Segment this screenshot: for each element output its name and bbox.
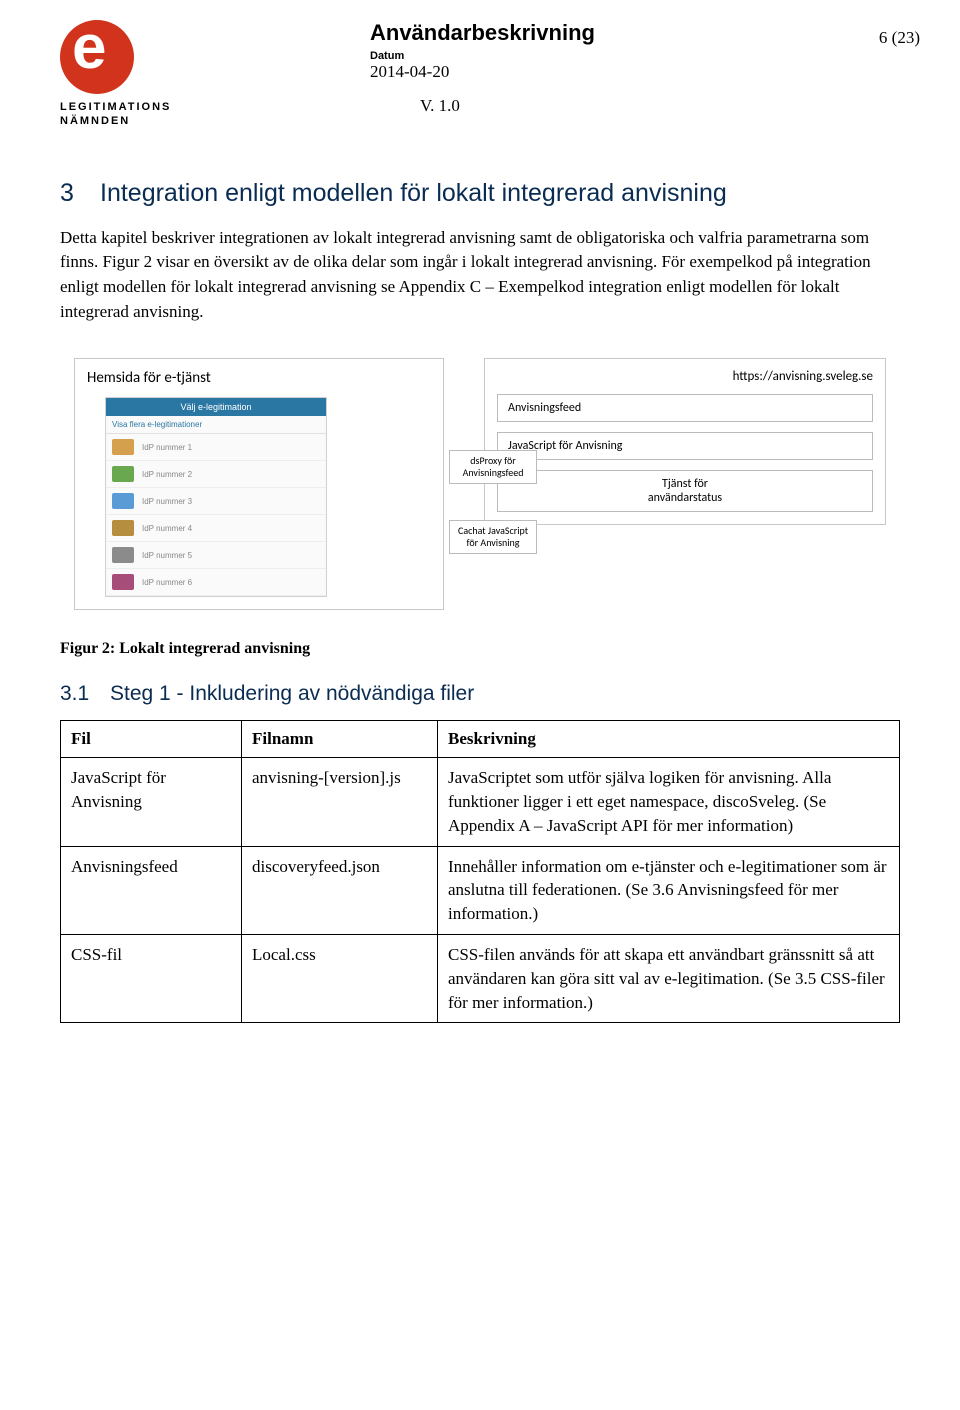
idp-row: IdP nummer 3 bbox=[106, 488, 326, 515]
cell-filnamn: Local.css bbox=[242, 934, 438, 1022]
th-fil: Fil bbox=[61, 721, 242, 758]
idp-row: IdP nummer 4 bbox=[106, 515, 326, 542]
section-3-1-title: Steg 1 - Inkludering av nödvändiga filer bbox=[110, 682, 474, 705]
cell-filnamn: anvisning-[version].js bbox=[242, 758, 438, 846]
dsproxy-node: dsProxy för Anvisningsfeed bbox=[449, 450, 537, 484]
datum-label: Datum bbox=[370, 50, 900, 62]
table-row: JavaScript för Anvisning anvisning-[vers… bbox=[61, 758, 900, 846]
javascript-anvisning-box: JavaScript för Anvisning bbox=[497, 432, 873, 460]
idp-row: IdP nummer 1 bbox=[106, 434, 326, 461]
cell-beskrivning: JavaScriptet som utför själva logiken fö… bbox=[438, 758, 900, 846]
section-3-heading: 3Integration enligt modellen för lokalt … bbox=[60, 179, 900, 208]
elegitimation-widget: Välj e-legitimation Visa flera e-legitim… bbox=[105, 397, 327, 597]
widget-subheader: Visa flera e-legitimationer bbox=[106, 416, 326, 434]
idp-row: IdP nummer 6 bbox=[106, 569, 326, 596]
th-beskrivning: Beskrivning bbox=[438, 721, 900, 758]
server-box: https://anvisning.sveleg.se Anvisningsfe… bbox=[484, 358, 886, 525]
userstatus-service-box: Tjänst för användarstatus bbox=[497, 470, 873, 512]
page-number: 6 (23) bbox=[879, 28, 920, 48]
section-3-number: 3 bbox=[60, 179, 100, 208]
logo-block: e LEGITIMATIONS NÄMNDEN bbox=[60, 20, 200, 129]
logo-text-line2: NÄMNDEN bbox=[60, 114, 200, 128]
cell-fil: CSS-fil bbox=[61, 934, 242, 1022]
required-files-table: Fil Filnamn Beskrivning JavaScript för A… bbox=[60, 720, 900, 1023]
logo-text-line1: LEGITIMATIONS bbox=[60, 100, 200, 114]
section-3-1-heading: 3.1Steg 1 - Inkludering av nödvändiga fi… bbox=[60, 682, 900, 706]
server-url: https://anvisning.sveleg.se bbox=[497, 369, 873, 384]
anvisningsfeed-box: Anvisningsfeed bbox=[497, 394, 873, 422]
idp-row: IdP nummer 2 bbox=[106, 461, 326, 488]
diagram-left-panel: Hemsida för e-tjänst Välj e-legitimation… bbox=[74, 358, 444, 610]
figure-2-diagram: Hemsida för e-tjänst Välj e-legitimation… bbox=[60, 344, 900, 630]
th-filnamn: Filnamn bbox=[242, 721, 438, 758]
cached-js-node: Cachat JavaScript för Anvisning bbox=[449, 520, 537, 554]
cell-fil: Anvisningsfeed bbox=[61, 846, 242, 934]
table-row: CSS-fil Local.css CSS-filen används för … bbox=[61, 934, 900, 1022]
document-date: 2014-04-20 bbox=[370, 62, 900, 82]
section-3-title: Integration enligt modellen för lokalt i… bbox=[100, 179, 727, 207]
cell-fil: JavaScript för Anvisning bbox=[61, 758, 242, 846]
figure-2-caption: Figur 2: Lokalt integrerad anvisning bbox=[60, 640, 900, 658]
document-version: V. 1.0 bbox=[370, 96, 900, 116]
widget-header: Välj e-legitimation bbox=[106, 398, 326, 416]
logo-icon: e bbox=[60, 20, 134, 94]
diagram-right-panel: https://anvisning.sveleg.se Anvisningsfe… bbox=[484, 358, 886, 525]
idp-row: IdP nummer 5 bbox=[106, 542, 326, 569]
cell-beskrivning: Innehåller information om e-tjänster och… bbox=[438, 846, 900, 934]
document-title: Användarbeskrivning bbox=[370, 20, 900, 46]
document-header: e LEGITIMATIONS NÄMNDEN Användarbeskrivn… bbox=[60, 0, 900, 129]
cell-beskrivning: CSS-filen används för att skapa ett anvä… bbox=[438, 934, 900, 1022]
diagram-left-title: Hemsida för e-tjänst bbox=[87, 369, 431, 387]
table-row: Anvisningsfeed discoveryfeed.json Innehå… bbox=[61, 846, 900, 934]
section-3-1-number: 3.1 bbox=[60, 682, 110, 706]
cell-filnamn: discoveryfeed.json bbox=[242, 846, 438, 934]
section-3-paragraph: Detta kapitel beskriver integrationen av… bbox=[60, 226, 900, 325]
